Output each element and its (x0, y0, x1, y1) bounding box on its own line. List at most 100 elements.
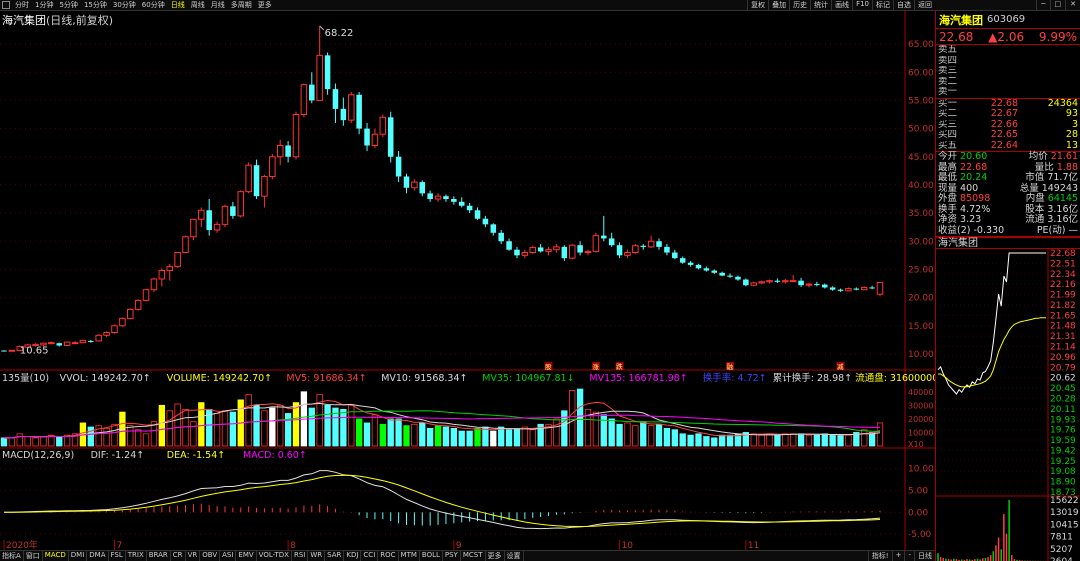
bottom-control[interactable]: 日线 (914, 551, 935, 561)
candle[interactable] (395, 151, 402, 183)
volume-bar[interactable] (797, 433, 805, 447)
candle[interactable] (553, 244, 560, 253)
volume-bar[interactable] (671, 429, 678, 447)
indicator-tab[interactable]: PSY (443, 551, 461, 561)
candle[interactable] (561, 245, 568, 261)
volume-bar[interactable] (679, 433, 686, 447)
indicator-tab[interactable]: MACD (43, 551, 69, 561)
candle[interactable] (261, 174, 268, 208)
candle[interactable] (213, 221, 221, 233)
volume-bar[interactable] (371, 414, 379, 447)
candle[interactable] (869, 285, 875, 290)
candle[interactable] (364, 122, 370, 152)
volume-bar[interactable] (363, 422, 371, 447)
candle[interactable] (332, 83, 339, 123)
candle[interactable] (8, 349, 16, 352)
candle[interactable] (79, 339, 87, 344)
volume-bar[interactable] (687, 434, 694, 447)
candle[interactable] (269, 153, 276, 180)
candle[interactable] (860, 286, 868, 291)
candle[interactable] (324, 52, 331, 95)
chart-area[interactable]: 65.00 60.00 55.00 50.00 45.00 40.00 35.00 30.00… (0, 0, 935, 550)
volume-bar[interactable] (419, 422, 426, 447)
candle[interactable] (758, 280, 765, 285)
volume-bar[interactable] (813, 434, 821, 447)
indicator-tab[interactable]: OBV (200, 551, 221, 561)
volume-bar[interactable] (766, 433, 773, 447)
volume-bar[interactable] (324, 404, 331, 447)
volume-bar[interactable] (482, 426, 489, 447)
volume-bar[interactable] (750, 433, 757, 447)
volume-bar[interactable] (663, 427, 671, 447)
volume-bar[interactable] (24, 436, 31, 447)
volume-bar[interactable] (277, 404, 284, 447)
volume-bar[interactable] (158, 404, 165, 447)
volume-bar[interactable] (529, 429, 536, 447)
volume-bar[interactable] (805, 434, 813, 447)
candle[interactable] (103, 331, 110, 338)
candle[interactable] (379, 114, 387, 138)
bottom-control[interactable]: + (891, 551, 905, 561)
candle[interactable] (750, 281, 757, 287)
volume-bar[interactable] (182, 408, 189, 447)
candle[interactable] (482, 215, 489, 228)
indicator-tab[interactable]: ROC (378, 551, 399, 561)
indicator-tab[interactable]: KDJ (344, 551, 362, 561)
volume-bar[interactable] (782, 433, 789, 447)
candle[interactable] (774, 278, 781, 283)
indicator-tab[interactable]: ASI (220, 551, 237, 561)
candle[interactable] (624, 249, 631, 259)
candle[interactable] (679, 256, 686, 264)
candle[interactable] (340, 97, 347, 126)
candle[interactable] (537, 244, 544, 253)
indicator-tab[interactable]: EMV (236, 551, 257, 561)
candle[interactable] (664, 244, 670, 256)
volume-bar[interactable] (426, 427, 434, 447)
volume-bar[interactable] (608, 418, 615, 447)
candle[interactable] (174, 251, 181, 268)
volume-bar[interactable] (624, 422, 631, 447)
volume-bar[interactable] (174, 403, 181, 447)
candle[interactable] (687, 260, 694, 267)
volume-bar[interactable] (553, 418, 560, 447)
candle[interactable] (1, 350, 7, 352)
indicator-tab[interactable]: BOLL (420, 551, 443, 561)
candle[interactable] (56, 342, 63, 347)
candle[interactable] (182, 235, 189, 254)
volume-bar[interactable] (695, 433, 702, 447)
candle[interactable] (237, 190, 245, 218)
volume-bar[interactable] (521, 426, 529, 447)
volume-bar[interactable] (87, 426, 94, 447)
candle[interactable] (821, 283, 828, 289)
close-icon[interactable]: ✕ (1065, 0, 1080, 10)
candle[interactable] (158, 268, 166, 287)
volume-bar[interactable] (411, 423, 418, 447)
minimize-icon[interactable]: ─ (1036, 0, 1049, 10)
candle[interactable] (601, 215, 607, 242)
volume-bar[interactable] (505, 429, 513, 447)
indicator-tab[interactable]: VR (186, 551, 201, 561)
candle[interactable] (190, 218, 197, 241)
candle[interactable] (719, 271, 725, 277)
volume-bar[interactable] (790, 433, 797, 447)
candle[interactable] (253, 159, 260, 199)
indicator-tab[interactable]: FSL (109, 551, 126, 561)
indicator-tab[interactable]: MCST (461, 551, 486, 561)
volume-bar[interactable] (0, 437, 8, 447)
volume-bar[interactable] (592, 411, 600, 447)
volume-bar[interactable] (498, 426, 505, 447)
candle[interactable] (616, 242, 623, 259)
volume-bar[interactable] (774, 434, 781, 447)
candle[interactable] (206, 199, 212, 236)
indicator-tab[interactable]: 设置 (505, 551, 524, 561)
candle[interactable] (285, 140, 291, 163)
volume-bar[interactable] (56, 436, 63, 447)
volume-bar[interactable] (600, 414, 607, 447)
volume-bar[interactable] (103, 427, 110, 447)
candle[interactable] (71, 340, 79, 345)
candle[interactable] (766, 279, 773, 284)
volume-bar[interactable] (190, 421, 197, 447)
indicator-tab[interactable]: CCI (361, 551, 379, 561)
candle[interactable] (427, 190, 433, 202)
volume-bar[interactable] (292, 402, 300, 447)
